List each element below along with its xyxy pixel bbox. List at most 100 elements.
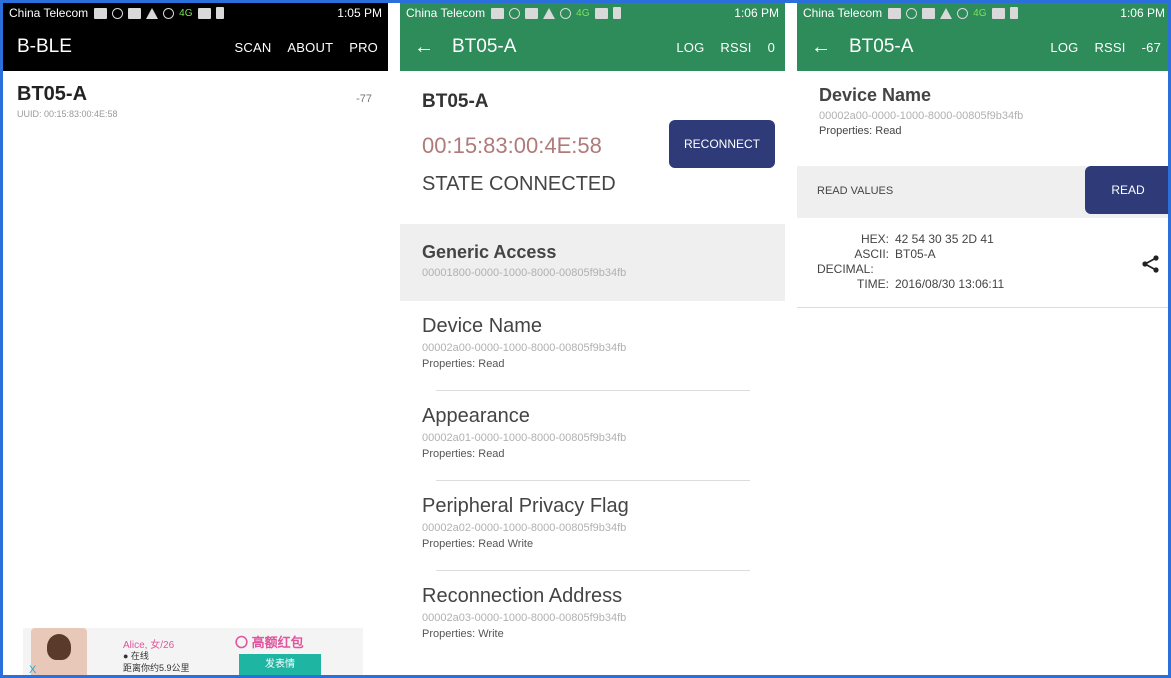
device-rssi: -77 — [356, 93, 372, 105]
characteristic-uuid: 00002a02-0000-1000-8000-00805f9b34fb — [422, 522, 627, 534]
ascii-label: ASCII: — [854, 247, 889, 261]
status-icons: 4G — [88, 7, 337, 19]
ascii-row: ASCII: BT05-A — [797, 247, 1171, 262]
back-arrow-icon[interactable]: ← — [811, 36, 831, 59]
characteristic-name: Peripheral Privacy Flag — [422, 495, 629, 517]
status-bar: China Telecom 4G 1:05 PM — [3, 3, 388, 23]
hex-label: HEX: — [860, 232, 889, 246]
device-screen: China Telecom 4G 1:06 PM ← BT05-A LOG RS… — [400, 3, 785, 678]
battery-icon — [1009, 7, 1018, 19]
share-icon[interactable] — [1141, 254, 1161, 274]
ascii-value: BT05-A — [895, 247, 936, 261]
characteristic-properties: Properties: Read — [422, 448, 505, 460]
characteristic-properties: Properties: Write — [422, 628, 504, 640]
app-title: BT05-A — [849, 36, 914, 57]
scan-button[interactable]: SCAN — [235, 40, 272, 55]
characteristic-header: Device Name 00002a00-0000-1000-8000-0080… — [797, 71, 1171, 166]
ad-banner[interactable]: X Alice, 女/26 ● 在线 距离你约5.9公里 〇 高额红包 发表情 — [23, 628, 363, 678]
signal-icon: 4G — [179, 7, 193, 19]
device-name: BT05-A — [17, 83, 88, 105]
read-values-label: READ VALUES — [817, 185, 894, 197]
time-label: TIME: — [857, 277, 889, 291]
characteristic-item[interactable]: Device Name 00002a00-0000-1000-8000-0080… — [400, 301, 785, 391]
device-name: BT05-A — [422, 91, 489, 112]
characteristic-name: Appearance — [422, 405, 530, 427]
characteristic-name: Device Name — [422, 315, 543, 337]
characteristic-uuid: 00002a01-0000-1000-8000-00805f9b34fb — [422, 432, 627, 444]
hex-row: HEX: 42 54 30 35 2D 41 — [797, 232, 1171, 247]
device-uuid: UUID: 00:15:83:00:4E:58 — [17, 109, 118, 119]
characteristic-item[interactable]: Peripheral Privacy Flag 00002a02-0000-10… — [400, 481, 785, 571]
wifi-icon — [525, 7, 539, 19]
signal-icon: 4G — [973, 7, 987, 19]
ad-distance: 距离你约5.9公里 — [123, 663, 190, 673]
characteristic-uuid: 00002a00-0000-1000-8000-00805f9b34fb — [422, 342, 627, 354]
scan-screen: China Telecom 4G 1:05 PM B-BLE SCAN ABOU… — [3, 3, 388, 678]
bluetooth-icon — [560, 7, 572, 19]
wifi-icon — [922, 7, 936, 19]
clock-icon — [906, 7, 918, 19]
status-time: 1:06 PM — [1120, 6, 1165, 20]
characteristic-item[interactable]: Reconnection Address 00002a03-0000-1000-… — [400, 571, 785, 661]
ad-avatar — [31, 628, 87, 678]
rssi-button[interactable]: RSSI — [720, 40, 751, 55]
app-bar: ← BT05-A LOG RSSI 0 — [400, 23, 785, 71]
bluetooth-icon — [957, 7, 969, 19]
read-button[interactable]: READ — [1085, 166, 1171, 214]
service-name: Generic Access — [422, 242, 557, 262]
back-arrow-icon[interactable]: ← — [414, 36, 434, 59]
status-time: 1:05 PM — [337, 6, 382, 20]
read-values-bar: READ VALUES READ — [797, 166, 1171, 218]
image-icon — [491, 7, 505, 19]
clock-icon — [509, 7, 521, 19]
sim-icon — [594, 7, 608, 19]
status-bar: China Telecom 4G 1:06 PM — [797, 3, 1171, 23]
characteristic-properties: Properties: Read — [819, 125, 902, 137]
device-header: BT05-A 00:15:83:00:4E:58 STATE CONNECTED… — [400, 71, 785, 224]
connection-state: STATE CONNECTED — [422, 173, 616, 195]
log-button[interactable]: LOG — [676, 40, 704, 55]
characteristic-screen: China Telecom 4G 1:06 PM ← BT05-A LOG RS… — [797, 3, 1171, 678]
service-header[interactable]: Generic Access 00001800-0000-1000-8000-0… — [400, 224, 785, 301]
sim-icon — [991, 7, 1005, 19]
battery-icon — [612, 7, 621, 19]
reconnect-button[interactable]: RECONNECT — [669, 120, 775, 168]
characteristic-uuid: 00002a00-0000-1000-8000-00805f9b34fb — [819, 110, 1024, 122]
rssi-button[interactable]: RSSI — [1094, 40, 1125, 55]
app-title: BT05-A — [452, 36, 517, 57]
battery-icon — [215, 7, 224, 19]
image-icon — [888, 7, 902, 19]
carrier-label: China Telecom — [406, 6, 486, 20]
time-row: TIME: 2016/08/30 13:06:11 — [797, 277, 1171, 292]
rssi-value: 0 — [767, 39, 775, 55]
time-value: 2016/08/30 13:06:11 — [895, 277, 1005, 291]
device-list-item[interactable]: BT05-A UUID: 00:15:83:00:4E:58 -77 — [3, 71, 388, 131]
image-icon — [94, 7, 108, 19]
ad-action-button[interactable]: 发表情 — [239, 654, 321, 676]
log-button[interactable]: LOG — [1050, 40, 1078, 55]
about-button[interactable]: ABOUT — [287, 40, 333, 55]
status-icons: 4G — [485, 7, 734, 19]
status-time: 1:06 PM — [734, 6, 779, 20]
clock-icon — [112, 7, 124, 19]
signal-icon: 4G — [576, 7, 590, 19]
characteristic-uuid: 00002a03-0000-1000-8000-00805f9b34fb — [422, 612, 627, 624]
pro-button[interactable]: PRO — [349, 40, 378, 55]
carrier-label: China Telecom — [9, 6, 89, 20]
ad-close-button[interactable]: X — [29, 664, 36, 676]
hex-value: 42 54 30 35 2D 41 — [895, 232, 994, 246]
app-bar: ← BT05-A LOG RSSI -67 — [797, 23, 1171, 71]
bluetooth-icon — [163, 7, 175, 19]
status-icons: 4G — [882, 7, 1120, 19]
carrier-label: China Telecom — [803, 6, 883, 20]
rssi-value: -67 — [1141, 39, 1161, 55]
decimal-row: DECIMAL: — [797, 262, 1171, 277]
warning-icon — [940, 7, 953, 19]
status-bar: China Telecom 4G 1:06 PM — [400, 3, 785, 23]
warning-icon — [543, 7, 556, 19]
wifi-icon — [128, 7, 142, 19]
sim-icon — [197, 7, 211, 19]
characteristic-item[interactable]: Appearance 00002a01-0000-1000-8000-00805… — [400, 391, 785, 481]
read-value-item: HEX: 42 54 30 35 2D 41 ASCII: BT05-A DEC… — [797, 218, 1171, 308]
service-uuid: 00001800-0000-1000-8000-00805f9b34fb — [422, 267, 627, 279]
